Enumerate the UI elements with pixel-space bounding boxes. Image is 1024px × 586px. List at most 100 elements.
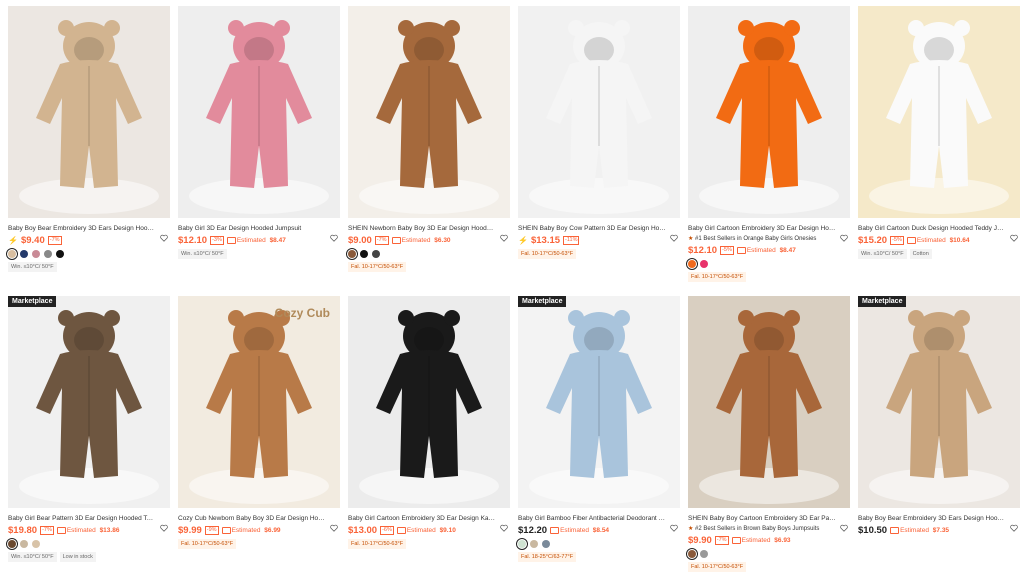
product-price: $9.99 [178,525,202,536]
product-image-wrap[interactable]: Cozy Cub [178,296,340,508]
product-image[interactable] [858,6,1020,218]
product-image[interactable] [858,296,1020,508]
heart-outline-icon[interactable] [330,234,338,242]
product-tags: Fal. 10-17°C/50-63°F [348,262,510,272]
product-title[interactable]: SHEIN Baby Boy Cow Pattern 3D Ear Design… [518,224,666,233]
color-swatch[interactable] [700,260,708,268]
color-swatch[interactable] [686,548,698,560]
product-image-wrap[interactable]: Marketplace [858,296,1020,508]
heart-outline-icon[interactable] [1010,524,1018,532]
product-price: $9.00 [348,235,372,246]
price-line: $9.00 -7% Estimated $6.30 [348,235,510,246]
product-card[interactable]: Baby Girl Cartoon Embroidery 3D Ear Desi… [686,6,850,290]
product-title[interactable]: Baby Boy Bear Embroidery 3D Ears Design … [858,514,1006,523]
product-card[interactable]: SHEIN Newborn Baby Boy 3D Ear Design Hoo… [346,6,510,290]
product-title[interactable]: Baby Boy Bear Embroidery 3D Ears Design … [8,224,156,233]
product-image[interactable] [688,6,850,218]
product-image-wrap[interactable] [348,6,510,218]
product-title[interactable]: Baby Girl Bear Pattern 3D Ear Design Hoo… [8,514,156,523]
color-swatch[interactable] [360,250,368,258]
color-swatch[interactable] [686,258,698,270]
product-price: $19.80 [8,525,38,536]
product-title[interactable]: Baby Girl Cartoon Embroidery 3D Ear Desi… [688,224,836,233]
product-card[interactable]: Baby Girl 3D Ear Design Hooded Jumpsuit $… [178,6,340,290]
best-seller-badge[interactable]: ★ #1 Best Sellers in Orange Baby Girls O… [688,235,846,243]
product-tags: Win. ≤10°C/ 50°F Cotton [858,249,1020,259]
discount-badge: -7% [40,526,54,535]
product-card[interactable]: Baby Girl Cartoon Duck Design Hooded Ted… [858,6,1020,290]
heart-outline-icon[interactable] [840,524,848,532]
product-image-wrap[interactable] [688,6,850,218]
product-price: $12.10 [688,245,718,256]
color-swatch[interactable] [516,538,528,550]
color-swatch[interactable] [542,540,550,548]
product-image-wrap[interactable] [178,6,340,218]
color-swatch[interactable] [20,250,28,258]
product-image[interactable] [348,296,510,508]
product-image-wrap[interactable] [8,6,170,218]
product-image-wrap[interactable] [348,296,510,508]
lightning-icon: ⚡ [8,236,18,245]
brand-overlay-text: Cozy Cub [274,306,330,320]
product-image-wrap[interactable] [688,296,850,508]
product-card[interactable]: Marketplace Baby Girl Bamboo Fiber Antiba… [516,296,680,580]
product-image[interactable] [178,6,340,218]
product-title[interactable]: Baby Girl Cartoon Duck Design Hooded Ted… [858,224,1006,233]
product-image[interactable] [688,296,850,508]
heart-outline-icon[interactable] [670,524,678,532]
product-image-wrap[interactable]: Marketplace [8,296,170,508]
discount-badge: -5% [890,236,904,245]
best-seller-badge[interactable]: ★ #2 Best Sellers in Brown Baby Boys Jum… [688,525,846,533]
product-image[interactable] [178,296,340,508]
product-title[interactable]: Baby Girl Cartoon Embroidery 3D Ear Desi… [348,514,496,523]
color-swatch[interactable] [56,250,64,258]
color-swatch[interactable] [372,250,380,258]
product-title[interactable]: Baby Girl Bamboo Fiber Antibacterial Deo… [518,514,666,523]
heart-outline-icon[interactable] [160,524,168,532]
product-card[interactable]: SHEIN Baby Boy Cartoon Embroidery 3D Ear… [686,296,850,580]
color-swatch[interactable] [6,248,18,260]
heart-outline-icon[interactable] [500,234,508,242]
estimated-price: Estimated $13.86 [56,527,120,534]
product-card[interactable]: Baby Girl Cartoon Embroidery 3D Ear Desi… [348,296,510,580]
estimated-value: $10.64 [949,237,970,244]
estimated-price: Estimated $8.54 [550,527,609,534]
heart-outline-icon[interactable] [500,524,508,532]
product-card[interactable]: Cozy Cub Cozy Cub Newborn Baby Boy 3D Ear… [178,296,340,580]
product-image-wrap[interactable] [518,6,680,218]
product-image[interactable] [518,6,680,218]
heart-outline-icon[interactable] [330,524,338,532]
color-swatch[interactable] [346,248,358,260]
product-card[interactable]: Marketplace Baby Boy Bear Embroidery 3D E… [858,296,1020,580]
heart-outline-icon[interactable] [160,234,168,242]
heart-outline-icon[interactable] [1010,234,1018,242]
product-card[interactable]: SHEIN Baby Boy Cow Pattern 3D Ear Design… [518,6,680,290]
color-swatch[interactable] [6,538,18,550]
estimated-value: $13.86 [99,527,120,534]
coupon-icon [391,237,401,244]
product-title[interactable]: SHEIN Newborn Baby Boy 3D Ear Design Hoo… [348,224,496,233]
product-card[interactable]: Marketplace Baby Girl Bear Pattern 3D Ear… [6,296,170,580]
color-swatch[interactable] [32,540,40,548]
discount-badge: -6% [380,526,394,535]
product-tag: Fal. 10-17°C/50-63°F [688,272,747,282]
product-title[interactable]: Baby Girl 3D Ear Design Hooded Jumpsuit [178,224,326,233]
product-image[interactable] [8,296,170,508]
product-image[interactable] [518,296,680,508]
heart-outline-icon[interactable] [840,234,848,242]
heart-outline-icon[interactable] [670,234,678,242]
product-price: $12.20 [518,525,548,536]
product-image-wrap[interactable] [858,6,1020,218]
color-swatch[interactable] [530,540,538,548]
product-image[interactable] [8,6,170,218]
product-image[interactable] [348,6,510,218]
product-card[interactable]: Baby Boy Bear Embroidery 3D Ears Design … [6,6,170,290]
estimated-label: Estimated [900,527,929,534]
color-swatch[interactable] [32,250,40,258]
product-title[interactable]: Cozy Cub Newborn Baby Boy 3D Ear Design … [178,514,326,523]
color-swatch[interactable] [700,550,708,558]
product-title[interactable]: SHEIN Baby Boy Cartoon Embroidery 3D Ear… [688,514,836,523]
color-swatch[interactable] [20,540,28,548]
color-swatch[interactable] [44,250,52,258]
product-image-wrap[interactable]: Marketplace [518,296,680,508]
